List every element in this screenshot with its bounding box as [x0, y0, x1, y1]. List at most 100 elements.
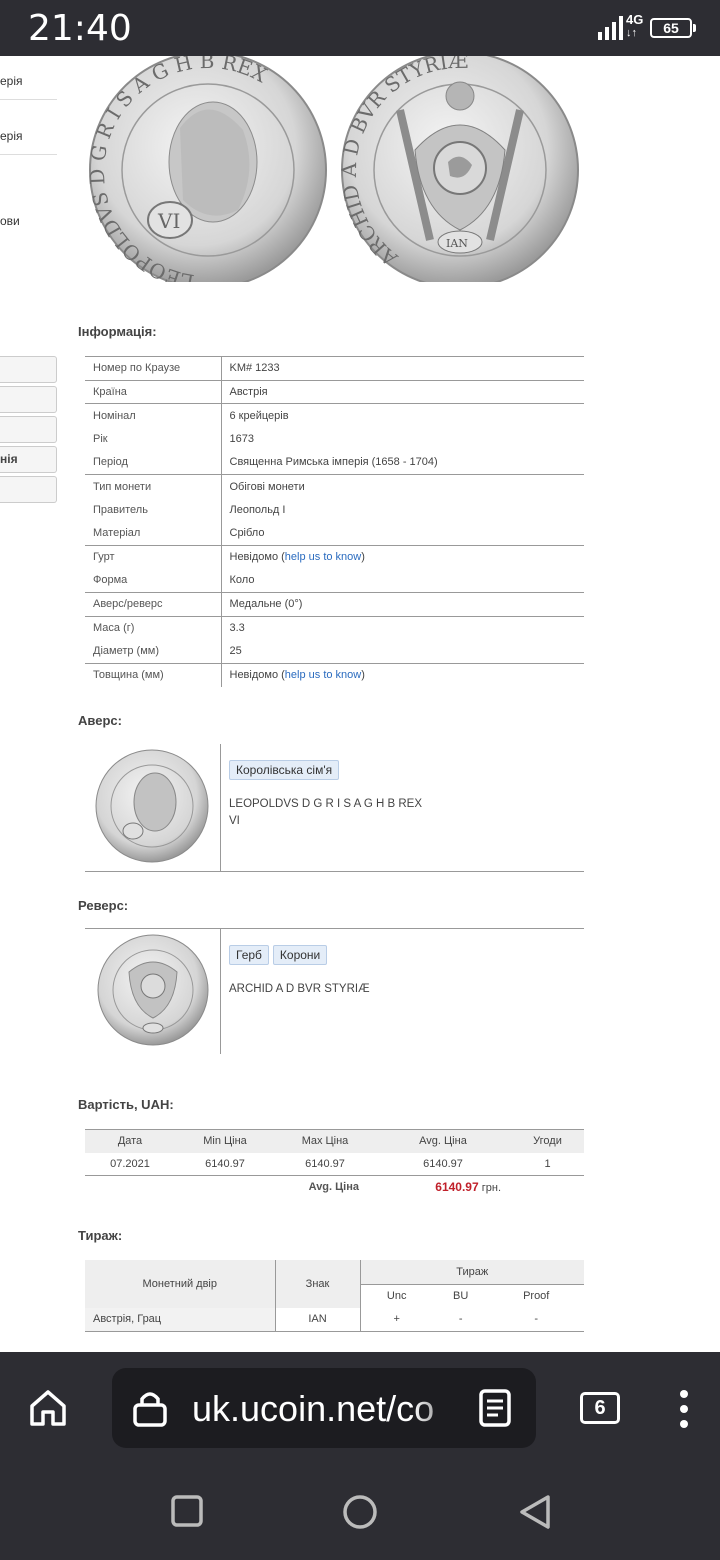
table-row: Діаметр (мм) 25	[85, 639, 584, 664]
sidebar-button[interactable]: нія	[0, 446, 57, 473]
info-key: Номер по Краузе	[85, 356, 222, 381]
battery-icon: 65	[650, 18, 696, 38]
info-key: Рік	[85, 427, 222, 451]
column-header: Proof	[488, 1284, 584, 1308]
info-value-text: )	[361, 669, 365, 682]
web-page: ерія ерія ови нія LEOPOLDVS D G R I S A …	[0, 56, 720, 1352]
sidebar-button[interactable]	[0, 476, 57, 503]
status-time: 21:40	[28, 8, 132, 49]
info-value: 6 крейцерів	[221, 403, 584, 428]
info-key: Період	[85, 450, 222, 475]
table-cell: -	[534, 1313, 539, 1326]
column-header: BU	[432, 1284, 489, 1308]
info-value: KM# 1233	[221, 356, 584, 381]
info-value: Коло	[229, 574, 255, 587]
avg-price-label: Avg. Ціна	[308, 1181, 359, 1194]
table-row: Номінал 6 крейцерів	[85, 403, 584, 428]
info-key: Номінал	[85, 403, 222, 428]
info-table: Номер по Краузе KM# 1233 Країна Австрія Но…	[85, 356, 584, 687]
network-type: 4G ↓↑	[626, 12, 644, 39]
coin-obverse-thumb[interactable]	[95, 747, 209, 865]
tag[interactable]: Королівська сім'я	[229, 760, 340, 780]
sidebar-link[interactable]: ерія	[0, 111, 57, 155]
sidebar-link[interactable]: ерія	[0, 56, 57, 100]
system-nav-bar	[0, 1468, 720, 1560]
data-arrows-icon: ↓↑	[626, 27, 637, 39]
info-key: Тип монети	[85, 473, 222, 499]
network-label: 4G	[626, 12, 644, 27]
info-key: Товщина (мм)	[85, 662, 222, 687]
column-header: Угоди	[511, 1129, 584, 1153]
reverse-text-cell: Герб Корони ARCHID A D BVR STYRIÆ	[229, 929, 584, 995]
info-value: Невідомо (help us to know)	[221, 662, 584, 687]
table-cell: -	[458, 1313, 463, 1326]
table-row: Товщина (мм) Невідомо (help us to know)	[85, 662, 584, 687]
coin-reverse-image[interactable]: ARCHID A D BVR STYRIÆ IAN	[340, 56, 580, 282]
obverse-denomination: VI	[229, 815, 240, 827]
info-value: Леопольд I	[229, 503, 286, 516]
home-icon[interactable]	[28, 1388, 68, 1428]
price-title: Вартість, UAH:	[78, 1097, 174, 1112]
url-fade	[412, 1368, 472, 1448]
sidebar-link[interactable]: ови	[0, 196, 57, 240]
table-row: Правитель Леопольд I	[85, 498, 584, 522]
table-header: Монетний двір Знак Тираж	[85, 1260, 584, 1308]
obverse-text-cell: Королівська сім'я LEOPOLDVS D G R I S A …	[229, 744, 584, 827]
sidebar-button[interactable]	[0, 386, 57, 413]
table-row: Гурт Невідомо (help us to know)	[85, 544, 584, 569]
info-title: Інформація:	[78, 324, 157, 339]
table-row: Рік 1673	[85, 427, 584, 451]
table-row: Австрія, Грац IAN + - -	[85, 1308, 584, 1331]
obverse-legend: LEOPOLDVS D G R I S A G H B REX	[229, 798, 423, 810]
info-value: Срібло	[229, 527, 265, 540]
more-menu-icon[interactable]	[676, 1388, 692, 1430]
column-header: Монетний двір	[85, 1260, 276, 1308]
table-cell: +	[393, 1313, 400, 1326]
info-key: Маса (г)	[85, 615, 222, 640]
table-cell: 6140.97	[175, 1152, 275, 1176]
reverse-title: Реверс:	[78, 898, 129, 913]
info-key: Діаметр (мм)	[85, 639, 222, 664]
table-cell: 6140.97	[375, 1152, 511, 1176]
info-key: Форма	[85, 568, 222, 593]
table-cell: Австрія, Грац	[85, 1308, 276, 1331]
table-row: Країна Австрія	[85, 379, 584, 404]
info-value: Священна Римська імперія (1658 - 1704)	[229, 456, 438, 469]
coin-obverse-image[interactable]: LEOPOLDVS D G R I S A G H B REX VI	[88, 56, 328, 282]
table-row: Номер по Краузе KM# 1233	[85, 356, 584, 381]
info-value: Медальне (0°)	[221, 591, 584, 617]
reader-mode-icon[interactable]	[478, 1388, 512, 1428]
currency-label: грн.	[481, 1182, 501, 1195]
lock-icon[interactable]	[132, 1388, 168, 1428]
recent-apps-icon[interactable]	[170, 1494, 204, 1528]
home-nav-icon[interactable]	[342, 1494, 378, 1530]
coin-reverse-thumb[interactable]	[97, 932, 209, 1048]
table-row: Маса (г) 3.3	[85, 615, 584, 640]
table-row: Матеріал Срібло	[85, 521, 584, 546]
reverse-image-cell	[85, 929, 221, 1054]
table-header: Дата Min Ціна Max Ціна Avg. Ціна Угоди	[85, 1129, 584, 1153]
column-header: Знак	[275, 1260, 361, 1308]
help-link[interactable]: help us to know	[285, 669, 361, 681]
info-value: Австрія	[221, 379, 584, 404]
address-bar[interactable]: uk.ucoin.net/co	[112, 1368, 536, 1448]
info-value: Обігові монети	[221, 473, 584, 499]
table-cell: IAN	[275, 1308, 361, 1331]
column-header: Min Ціна	[175, 1129, 275, 1153]
info-key: Матеріал	[85, 521, 222, 546]
help-link[interactable]: help us to know	[285, 551, 361, 563]
tabs-button[interactable]: 6	[580, 1392, 620, 1424]
avg-price-cell: 6140.97 грн.	[375, 1176, 511, 1199]
sidebar-button[interactable]	[0, 356, 57, 383]
info-key: Правитель	[85, 498, 222, 522]
info-key: Аверс/реверс	[85, 591, 222, 617]
back-icon[interactable]	[518, 1494, 552, 1530]
coin-mint-mark: IAN	[446, 237, 468, 250]
avg-price-value: 6140.97	[435, 1180, 479, 1195]
info-value-text: Невідомо (	[229, 669, 285, 682]
sidebar-button[interactable]	[0, 416, 57, 443]
column-header: Дата	[85, 1129, 175, 1153]
tag[interactable]: Корони	[272, 945, 328, 965]
tag[interactable]: Герб	[229, 945, 269, 965]
column-header: Тираж	[360, 1260, 584, 1285]
